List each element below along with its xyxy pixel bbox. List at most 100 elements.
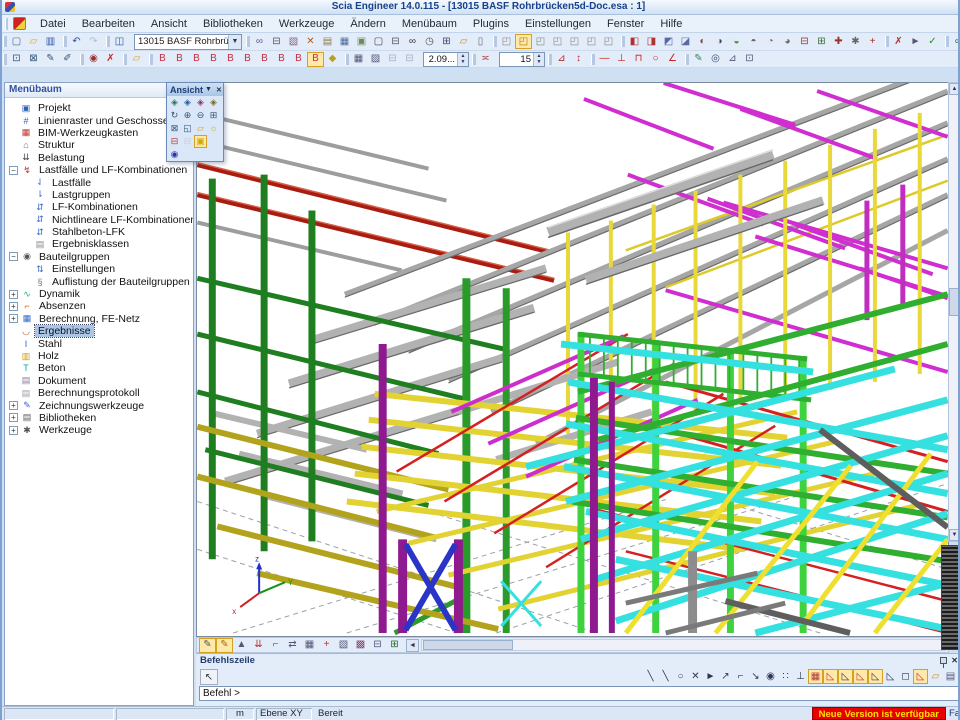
- vertical-scrollbar[interactable]: ▲ ▼: [948, 82, 960, 542]
- snap-arc-icon[interactable]: ◺: [913, 669, 928, 684]
- menu-datei[interactable]: Datei: [32, 16, 74, 32]
- redo-icon[interactable]: ↷: [85, 34, 102, 49]
- link-members-icon[interactable]: ∞: [950, 34, 960, 49]
- tree-item-bauteilgruppen[interactable]: −◉Bauteilgruppen: [5, 251, 193, 263]
- ortho-icon[interactable]: ⊥: [793, 669, 808, 684]
- tree-item-beton[interactable]: TBeton: [5, 362, 193, 374]
- tree-item-bim-werkzeugkasten[interactable]: ▦BIM-Werkzeugkasten: [5, 127, 193, 139]
- property-node-icon[interactable]: B: [171, 52, 188, 67]
- show-grid-icon[interactable]: ▦: [301, 638, 318, 653]
- menu-einstellungen[interactable]: Einstellungen: [517, 16, 599, 32]
- menu-hilfe[interactable]: Hilfe: [652, 16, 690, 32]
- rendered-mode-icon[interactable]: ✎: [216, 638, 233, 653]
- open-project-icon[interactable]: ▱: [25, 34, 42, 49]
- filter-selection-icon[interactable]: ◓: [745, 34, 762, 49]
- section-angle-icon[interactable]: ∠: [664, 52, 681, 67]
- tree-item-berechnungsprotokoll[interactable]: ▤Berechnungsprotokoll: [5, 387, 193, 399]
- select-supports-icon[interactable]: ◐: [694, 34, 711, 49]
- tree-item-ergebnisklassen[interactable]: ▤Ergebnisklassen: [5, 238, 193, 250]
- clash-check-icon[interactable]: ✗: [890, 34, 907, 49]
- scale-spinner-buttons[interactable]: ▲▼: [457, 53, 468, 66]
- view-preset-4-icon[interactable]: ◰: [549, 34, 566, 49]
- user-selection-icon[interactable]: ►: [907, 34, 924, 49]
- deselect-all-icon[interactable]: ◔: [762, 34, 779, 49]
- printer-icon[interactable]: ⊟: [268, 34, 285, 49]
- tree-expand-plus-icon[interactable]: +: [9, 302, 18, 311]
- tree-item-projekt[interactable]: ▣Projekt: [5, 102, 193, 114]
- structure-3d-model[interactable]: z Y x: [197, 83, 948, 636]
- property-hinge-icon[interactable]: B: [222, 52, 239, 67]
- tree-item-lf-kombinationen[interactable]: ⇵LF-Kombinationen: [5, 201, 193, 213]
- zoom-in-icon[interactable]: ⊕: [181, 109, 194, 122]
- select-members-icon[interactable]: ◨: [643, 34, 660, 49]
- menu-men-baum[interactable]: Menübaum: [394, 16, 465, 32]
- print-picture2-icon[interactable]: ⊟: [401, 52, 418, 67]
- view-palette-header[interactable]: Ansicht ▼ ✕: [167, 83, 223, 96]
- format-brush-icon[interactable]: ✎: [42, 52, 59, 67]
- print-table-icon[interactable]: ⊟: [384, 52, 401, 67]
- wireframe-mode-icon[interactable]: ✎: [199, 638, 216, 653]
- tree-item-struktur[interactable]: ⌂Struktur: [5, 139, 193, 151]
- tree-expand-plus-icon[interactable]: +: [9, 426, 18, 435]
- scroll-down-button[interactable]: ▼: [949, 529, 960, 541]
- select-dimensions-icon[interactable]: ◒: [728, 34, 745, 49]
- select-by-layer-icon[interactable]: ⊞: [813, 34, 830, 49]
- tree-item-lastf-lle-und-lf-kombinationen[interactable]: −↯Lastfälle und LF-Kombinationen: [5, 164, 193, 176]
- tree-item-nichtlineare-lf-kombinationen[interactable]: ⇵Nichtlineare LF-Kombinationen: [5, 214, 193, 226]
- menu-werkzeuge[interactable]: Werkzeuge: [271, 16, 342, 32]
- scroll-up-button[interactable]: ▲: [949, 83, 960, 95]
- undo-icon[interactable]: ↶: [68, 34, 85, 49]
- view-preset-2-icon[interactable]: ◰: [515, 34, 532, 49]
- pin-icon[interactable]: [940, 657, 947, 664]
- tree-item-holz[interactable]: ▥Holz: [5, 350, 193, 362]
- command-input[interactable]: Befehl >: [199, 686, 959, 701]
- horizontal-scrollbar[interactable]: [421, 639, 946, 651]
- color-palette-icon[interactable]: ▩: [352, 638, 369, 653]
- notebook-icon[interactable]: ▤: [319, 34, 336, 49]
- table-to-document-icon[interactable]: ▦: [350, 52, 367, 67]
- view-preset-3-icon[interactable]: ◰: [532, 34, 549, 49]
- accept-changes-icon[interactable]: ◆: [324, 52, 341, 67]
- save-picture-icon[interactable]: ▣: [194, 135, 207, 148]
- zoom-detail-icon[interactable]: ◎: [707, 52, 724, 67]
- page-settings-icon[interactable]: ▯: [472, 34, 489, 49]
- property-support-icon[interactable]: B: [188, 52, 205, 67]
- menu-bibliotheken[interactable]: Bibliotheken: [195, 16, 271, 32]
- print-picture-icon[interactable]: ⊟: [387, 34, 404, 49]
- property-section-icon[interactable]: B: [239, 52, 256, 67]
- search-binoculars-icon[interactable]: ∞: [404, 34, 421, 49]
- render-settings-icon[interactable]: ▧: [335, 638, 352, 653]
- font-size-spinner[interactable]: 15▲▼: [499, 52, 545, 67]
- dot-grid-toggle-icon[interactable]: ▱: [928, 669, 943, 684]
- tree-item-belastung[interactable]: ⇊Belastung: [5, 152, 193, 164]
- project-selector[interactable]: 13015 BASF Rohrbrü▼: [134, 34, 242, 50]
- show-labels-icon[interactable]: ⌐: [267, 638, 284, 653]
- view-preset-7-icon[interactable]: ◰: [600, 34, 617, 49]
- view-axo-icon[interactable]: ◈: [207, 96, 220, 109]
- snap-endpoint-icon[interactable]: ◺: [823, 669, 838, 684]
- snap-center-icon[interactable]: ◻: [898, 669, 913, 684]
- snap-tangent-icon[interactable]: ◺: [883, 669, 898, 684]
- image-gallery-icon[interactable]: ▧: [285, 34, 302, 49]
- clip-box-icon[interactable]: ⊟: [168, 135, 181, 148]
- select-by-property-icon[interactable]: ⊟: [796, 34, 813, 49]
- tree-item-einstellungen[interactable]: ⇅Einstellungen: [5, 263, 193, 275]
- view-yz-icon[interactable]: ◈: [194, 96, 207, 109]
- select-nodes-icon[interactable]: ◧: [626, 34, 643, 49]
- view-preset-6-icon[interactable]: ◰: [583, 34, 600, 49]
- show-loads-icon[interactable]: ⇊: [250, 638, 267, 653]
- visibility-eye-icon[interactable]: ◉: [85, 52, 102, 67]
- tree-expand-plus-icon[interactable]: +: [9, 314, 18, 323]
- menu-plugins[interactable]: Plugins: [465, 16, 517, 32]
- delete-marked-icon[interactable]: ✗: [102, 52, 119, 67]
- rotate-view-icon[interactable]: ↻: [168, 109, 181, 122]
- model-3d-viewport[interactable]: z Y x: [196, 82, 949, 637]
- document-folder-icon[interactable]: ▱: [455, 34, 472, 49]
- menu-fenster[interactable]: Fenster: [599, 16, 652, 32]
- snap-midpoint-icon[interactable]: ◺: [838, 669, 853, 684]
- table-view-icon[interactable]: ⊞: [386, 638, 403, 653]
- property-load-icon[interactable]: B: [205, 52, 222, 67]
- property-member-icon[interactable]: B: [154, 52, 171, 67]
- doc-preview-icon[interactable]: ⊡: [741, 52, 758, 67]
- view-preset-1-icon[interactable]: ◰: [498, 34, 515, 49]
